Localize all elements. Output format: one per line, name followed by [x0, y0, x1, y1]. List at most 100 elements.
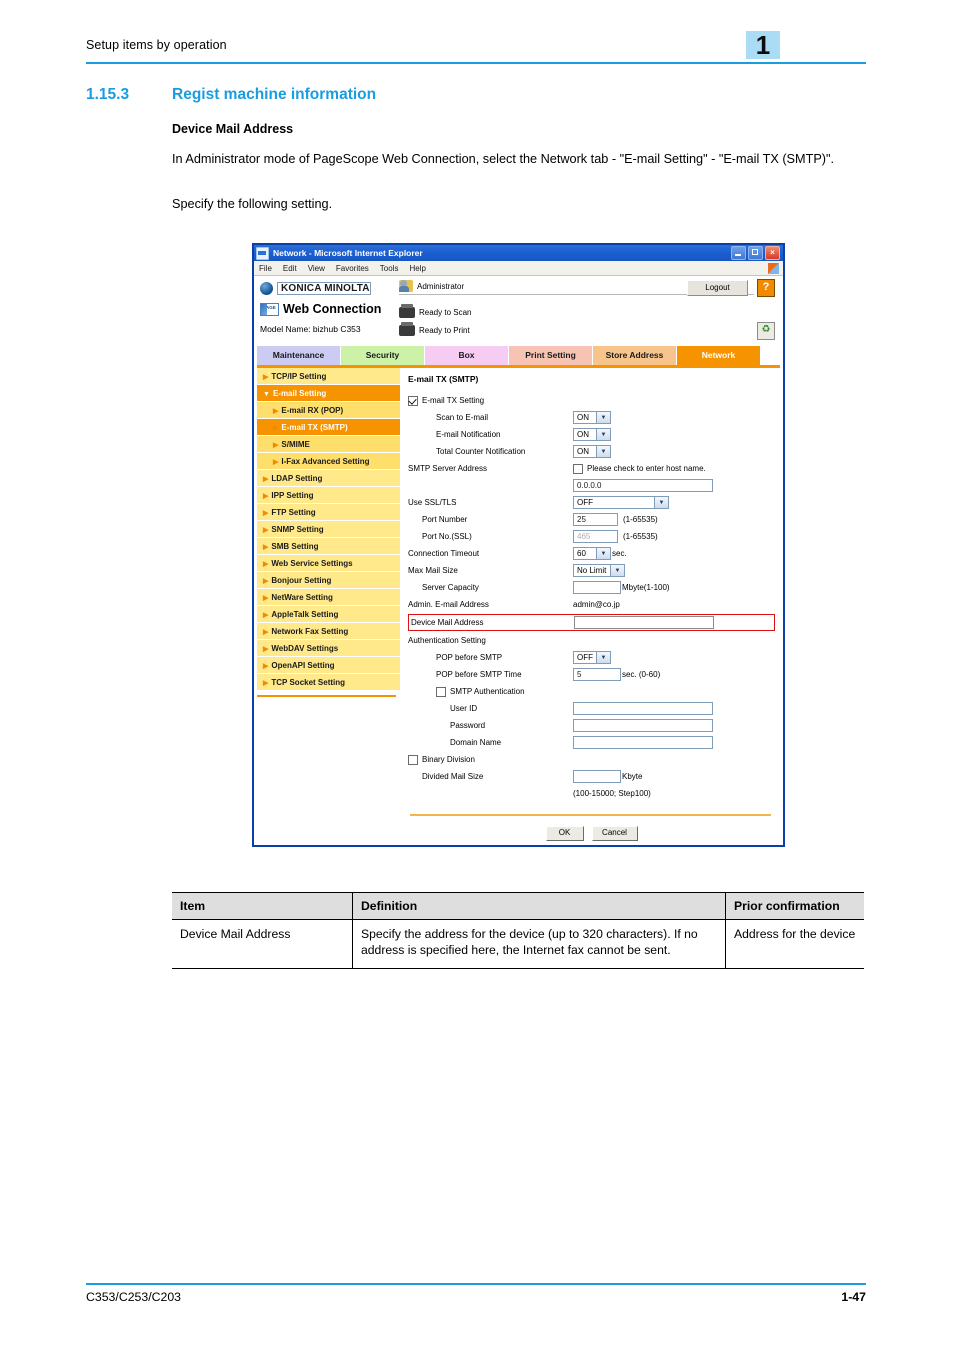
menu-item-view[interactable]: View — [308, 264, 325, 273]
sidebar-item-network-fax-setting[interactable]: ▶ Network Fax Setting — [257, 623, 400, 640]
tab-box[interactable]: Box — [425, 346, 509, 365]
sidebar-item-openapi-setting[interactable]: ▶ OpenAPI Setting — [257, 657, 400, 674]
sidebar-item-email-setting[interactable]: ▼ E-mail Setting — [257, 385, 400, 402]
max-mail-size-select[interactable]: No Limit ▼ — [573, 564, 625, 577]
table-header-prior-confirmation: Prior confirmation — [725, 892, 864, 920]
scan-to-email-select[interactable]: ON ▼ — [573, 411, 611, 424]
tab-store-address[interactable]: Store Address — [593, 346, 677, 365]
sidebar-item-appletalk-setting[interactable]: ▶ AppleTalk Setting — [257, 606, 400, 623]
password-input[interactable] — [573, 719, 713, 732]
sidebar-item-label: I-Fax Advanced Setting — [281, 457, 370, 466]
close-button[interactable]: × — [765, 246, 780, 260]
refresh-icon[interactable]: ♻ — [757, 322, 775, 340]
ok-button[interactable]: OK — [545, 826, 584, 841]
table-row: Device Mail Address Specify the address … — [172, 919, 864, 969]
row-password: Password — [408, 717, 775, 734]
user-row: Administrator — [399, 280, 639, 292]
print-status-row: Ready to Print — [399, 322, 639, 336]
host-name-checkbox[interactable] — [573, 463, 583, 474]
tab-security[interactable]: Security — [341, 346, 425, 365]
chevron-right-icon: ▶ — [263, 629, 269, 636]
page-number: 1-47 — [841, 1290, 866, 1304]
sidebar-item-ipp-setting[interactable]: ▶ IPP Setting — [257, 487, 400, 504]
maximize-button[interactable] — [748, 246, 763, 260]
menu-item-tools[interactable]: Tools — [380, 264, 399, 273]
sidebar-item-smb-setting[interactable]: ▶ SMB Setting — [257, 538, 400, 555]
email-tx-setting-checkbox[interactable] — [408, 395, 418, 406]
user-label: Administrator — [417, 281, 465, 291]
sidebar-item-label: Network Fax Setting — [271, 627, 349, 636]
email-tx-setting-label: E-mail TX Setting — [422, 396, 485, 405]
tab-network[interactable]: Network — [677, 346, 761, 365]
footer-model-list: C353/C253/C203 — [86, 1290, 182, 1304]
cell-item: Device Mail Address — [172, 919, 353, 969]
connection-timeout-select[interactable]: 60 ▼ — [573, 547, 611, 560]
sidebar-item-bonjour-setting[interactable]: ▶ Bonjour Setting — [257, 572, 400, 589]
sidebar-item-tcp-socket-setting[interactable]: ▶ TCP Socket Setting — [257, 674, 400, 691]
pop-before-smtp-time-input[interactable]: 5 — [573, 668, 621, 681]
smtp-server-input[interactable]: 0.0.0.0 — [573, 479, 713, 492]
sidebar-item-email-rx-pop[interactable]: ▶ E-mail RX (POP) — [257, 402, 400, 419]
cancel-button[interactable]: Cancel — [591, 826, 638, 841]
minimize-button[interactable] — [731, 246, 746, 260]
model-name: Model Name: bizhub C353 — [260, 324, 361, 334]
menu-item-help[interactable]: Help — [409, 264, 425, 273]
sidebar-item-email-tx-smtp[interactable]: ▶ E-mail TX (SMTP) — [257, 419, 400, 436]
port-number-input[interactable]: 25 — [573, 513, 618, 526]
binary-division-checkbox[interactable] — [408, 754, 418, 765]
tab-maintenance[interactable]: Maintenance — [257, 346, 341, 365]
button-divider — [410, 814, 771, 816]
chevron-right-icon: ▶ — [263, 527, 269, 534]
row-divided-mail-size: Divided Mail Size Kbyte — [408, 768, 775, 785]
port-ssl-input[interactable]: 465 — [573, 530, 618, 543]
chevron-right-icon: ▶ — [263, 646, 269, 653]
row-divided-mail-size-range: (100-15000; Step100) — [408, 785, 775, 802]
logout-button[interactable]: Logout — [687, 280, 748, 296]
user-id-input[interactable] — [573, 702, 713, 715]
sidebar-item-label: LDAP Setting — [271, 474, 323, 483]
device-mail-label: Device Mail Address — [411, 618, 484, 627]
sidebar-item-web-service-settings[interactable]: ▶ Web Service Settings — [257, 555, 400, 572]
chevron-down-icon: ▼ — [596, 412, 610, 423]
row-total-counter-notification: Total Counter Notification ON ▼ — [408, 443, 775, 460]
row-server-capacity: Server Capacity Mbyte(1-100) — [408, 579, 775, 596]
sidebar-item-webdav-settings[interactable]: ▶ WebDAV Settings — [257, 640, 400, 657]
sidebar-item-ftp-setting[interactable]: ▶ FTP Setting — [257, 504, 400, 521]
email-notification-select[interactable]: ON ▼ — [573, 428, 611, 441]
row-smtp-server-value: 0.0.0.0 — [408, 477, 775, 494]
page-title: Regist machine information — [172, 86, 377, 103]
status-column: Administrator Ready to Scan Ready to Pri… — [399, 280, 639, 339]
pop-before-smtp-label: POP before SMTP — [436, 653, 503, 662]
binary-division-label: Binary Division — [422, 755, 475, 764]
domain-name-input[interactable] — [573, 736, 713, 749]
row-authentication-setting: Authentication Setting — [408, 632, 775, 649]
server-capacity-input[interactable] — [573, 581, 621, 594]
tab-print-setting[interactable]: Print Setting — [509, 346, 593, 365]
sidebar-item-ldap-setting[interactable]: ▶ LDAP Setting — [257, 470, 400, 487]
smtp-authentication-checkbox[interactable] — [436, 686, 446, 697]
sidebar-item-snmp-setting[interactable]: ▶ SNMP Setting — [257, 521, 400, 538]
sidebar-item-netware-setting[interactable]: ▶ NetWare Setting — [257, 589, 400, 606]
sidebar-item-label: FTP Setting — [271, 508, 316, 517]
use-ssl-select[interactable]: OFF ▼ — [573, 496, 669, 509]
device-mail-input[interactable] — [574, 616, 714, 629]
menu-item-file[interactable]: File — [259, 264, 272, 273]
print-status-label: Ready to Print — [419, 326, 470, 335]
help-icon[interactable]: ? — [757, 279, 775, 297]
row-pop-before-smtp: POP before SMTP OFF ▼ — [408, 649, 775, 666]
connection-timeout-value: 60 — [577, 549, 586, 558]
email-notification-value: ON — [577, 430, 589, 439]
chevron-right-icon: ▶ — [263, 493, 269, 500]
sidebar-item-tcpip-setting[interactable]: ▶ TCP/IP Setting — [257, 368, 400, 385]
sidebar-item-smime[interactable]: ▶ S/MIME — [257, 436, 400, 453]
menu-item-favorites[interactable]: Favorites — [336, 264, 369, 273]
pop-before-smtp-select[interactable]: OFF ▼ — [573, 651, 611, 664]
divided-mail-size-input[interactable] — [573, 770, 621, 783]
total-counter-select[interactable]: ON ▼ — [573, 445, 611, 458]
footer-rule — [86, 1283, 866, 1285]
host-name-checkbox-label: Please check to enter host name. — [587, 464, 706, 473]
port-number-range: (1-65535) — [623, 515, 658, 524]
sidebar-item-ifax-advanced-setting[interactable]: ▶ I-Fax Advanced Setting — [257, 453, 400, 470]
user-id-label: User ID — [450, 704, 478, 713]
menu-item-edit[interactable]: Edit — [283, 264, 297, 273]
